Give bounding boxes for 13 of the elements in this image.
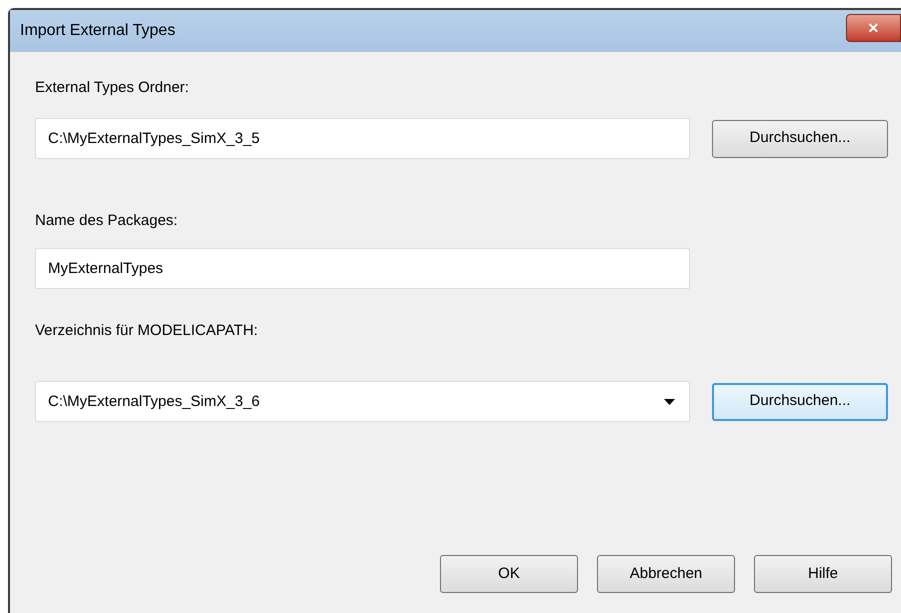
path-dropdown[interactable]: C:\MyExternalTypes_SimX_3_6	[35, 381, 690, 422]
window-title: Import External Types	[20, 21, 176, 41]
browse-button[interactable]: Durchsuchen...	[712, 120, 888, 158]
field-label: External Types Ordner:	[35, 78, 190, 98]
field-label: Name des Packages:	[35, 211, 179, 231]
dialog-button[interactable]: OK	[440, 555, 578, 593]
dropdown-arrow-icon[interactable]	[664, 399, 675, 405]
field-label: Verzeichnis für MODELICAPATH:	[35, 321, 259, 341]
input-field[interactable]: C:\MyExternalTypes_SimX_3_5	[35, 118, 690, 159]
browse-button[interactable]: Durchsuchen...	[712, 382, 888, 420]
input-field[interactable]: MyExternalTypes	[35, 248, 690, 289]
dialog-button[interactable]: Abbrechen	[597, 555, 735, 593]
dialog-button[interactable]: Hilfe	[754, 555, 892, 593]
